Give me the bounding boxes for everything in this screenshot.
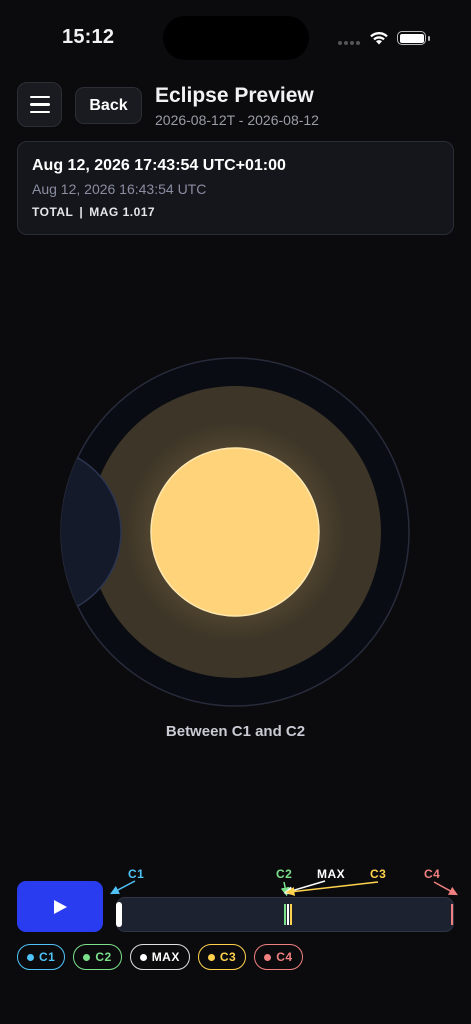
eclipse-magnitude: MAG 1.017 [89,205,156,219]
phase-label: Between C1 and C2 [165,723,306,740]
dynamic-island [163,16,309,60]
status-time: 15:12 [62,26,115,48]
legend-chip-c2[interactable]: C2 [73,944,122,970]
battery-icon [397,31,426,45]
play-button[interactable] [17,881,103,932]
menu-button[interactable] [17,82,62,127]
sun-disk [150,447,320,617]
cellular-signal-icon [338,41,360,45]
back-button[interactable]: Back [75,87,142,124]
c3-dot-icon [207,953,215,961]
timeline-tick-max [287,904,289,925]
battery-cap [428,36,430,41]
c1-dot-icon [27,953,34,961]
timeline-thumb[interactable] [116,902,122,927]
legend-chip-max[interactable]: MAX [129,944,190,970]
hamburger-menu-icon [29,95,50,99]
c2-dot-icon [83,953,91,961]
max-dot-icon [139,953,147,961]
legend-chip-c3[interactable]: C3 [197,944,247,970]
meta-separator: | [79,205,84,219]
local-time: Aug 12, 2026 17:43:54 UTC+01:00 [32,157,286,174]
eclipse-type: TOTAL [32,205,74,219]
contact-legend: C1 C2 MAX C3 C4 [17,944,303,970]
legend-chip-c4[interactable]: C4 [254,944,303,970]
play-icon [54,899,67,914]
wifi-icon [370,31,388,45]
timeline-tick-c2 [284,904,286,925]
date-range: 2026-08-12T - 2026-08-12 [155,112,319,128]
timeline-tick-c4 [451,904,453,925]
utc-time: Aug 12, 2026 16:43:54 UTC [32,181,207,197]
legend-chip-c1[interactable]: C1 [17,944,66,970]
eclipse-meta: TOTAL | MAG 1.017 [32,205,155,219]
timeline-tick-c3 [290,904,292,925]
eclipse-visualization [60,357,410,707]
c4-dot-icon [264,953,272,961]
page-title: Eclipse Preview [155,84,314,107]
